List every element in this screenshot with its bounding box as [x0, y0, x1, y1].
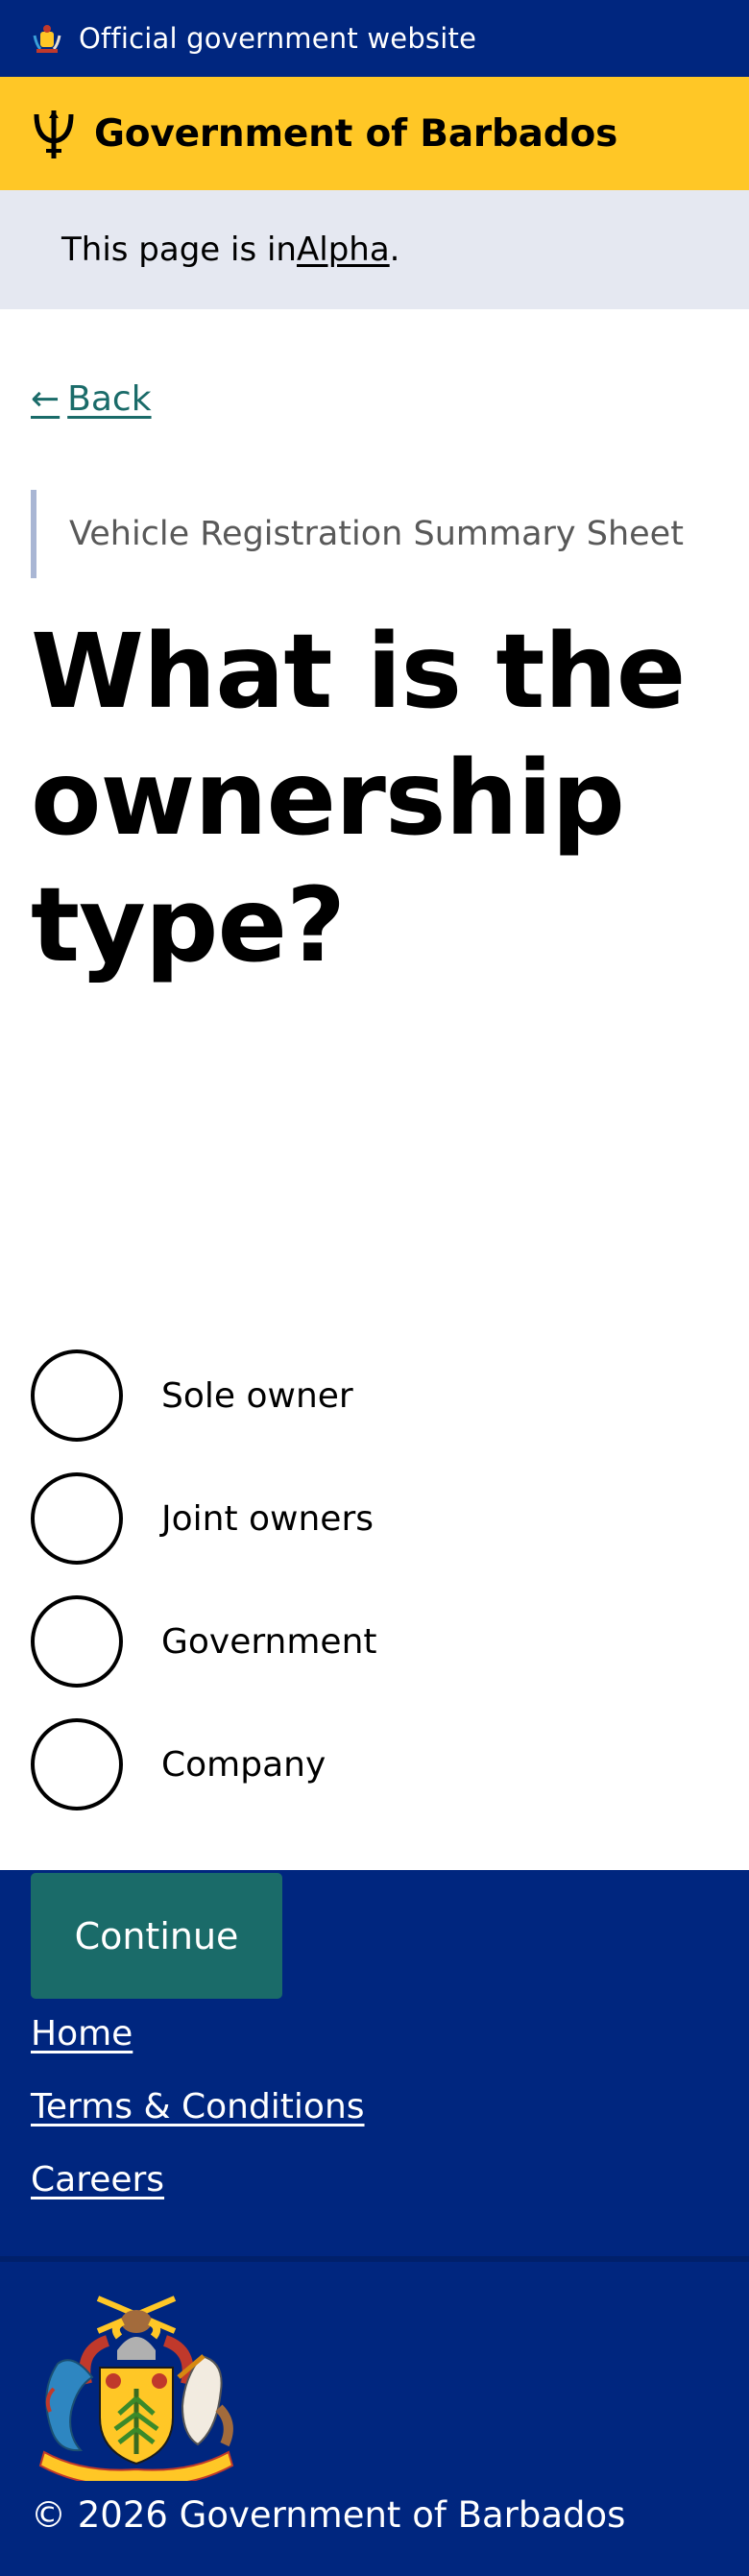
- radio-button[interactable]: [31, 1595, 123, 1688]
- ownership-type-radio-group: Sole owner Joint owners Government Compa…: [31, 1349, 377, 1841]
- radio-option-sole-owner[interactable]: Sole owner: [31, 1349, 377, 1442]
- main-content: ← Back Vehicle Registration Summary Shee…: [0, 309, 749, 1999]
- radio-button[interactable]: [31, 1472, 123, 1565]
- coat-of-arms-icon: [31, 22, 63, 55]
- coat-of-arms-icon: [31, 2293, 246, 2487]
- radio-label[interactable]: Joint owners: [161, 1499, 374, 1539]
- radio-label[interactable]: Sole owner: [161, 1376, 353, 1416]
- radio-button[interactable]: [31, 1718, 123, 1810]
- continue-button[interactable]: Continue: [31, 1873, 282, 1999]
- copyright-text: © 2026 Government of Barbados: [31, 2494, 626, 2536]
- trident-icon: [31, 107, 85, 160]
- government-name[interactable]: Government of Barbados: [94, 112, 617, 156]
- page-title: What is the ownership type?: [31, 613, 686, 985]
- form-caption: Vehicle Registration Summary Sheet: [31, 490, 684, 578]
- official-website-text: Official government website: [79, 22, 477, 55]
- alpha-link[interactable]: Alpha: [297, 231, 390, 269]
- radio-label[interactable]: Government: [161, 1622, 377, 1662]
- radio-option-joint-owners[interactable]: Joint owners: [31, 1472, 377, 1565]
- radio-option-company[interactable]: Company: [31, 1718, 377, 1810]
- radio-option-government[interactable]: Government: [31, 1595, 377, 1688]
- footer-bottom: © 2026 Government of Barbados: [0, 2262, 749, 2576]
- back-label: Back: [67, 379, 152, 419]
- phase-banner-text: This page is in: [61, 231, 297, 269]
- phase-banner: This page is in Alpha .: [0, 190, 749, 309]
- back-link[interactable]: ← Back: [31, 379, 152, 419]
- official-website-bar: Official government website: [0, 0, 749, 77]
- brand-header: Government of Barbados: [0, 77, 749, 190]
- footer-link-terms[interactable]: Terms & Conditions: [31, 2087, 718, 2131]
- radio-button[interactable]: [31, 1349, 123, 1442]
- footer-link-careers[interactable]: Careers: [31, 2160, 718, 2204]
- arrow-left-icon: ←: [31, 379, 60, 419]
- phase-banner-suffix: .: [389, 231, 400, 269]
- radio-label[interactable]: Company: [161, 1745, 326, 1785]
- footer-link-home[interactable]: Home: [31, 2014, 718, 2058]
